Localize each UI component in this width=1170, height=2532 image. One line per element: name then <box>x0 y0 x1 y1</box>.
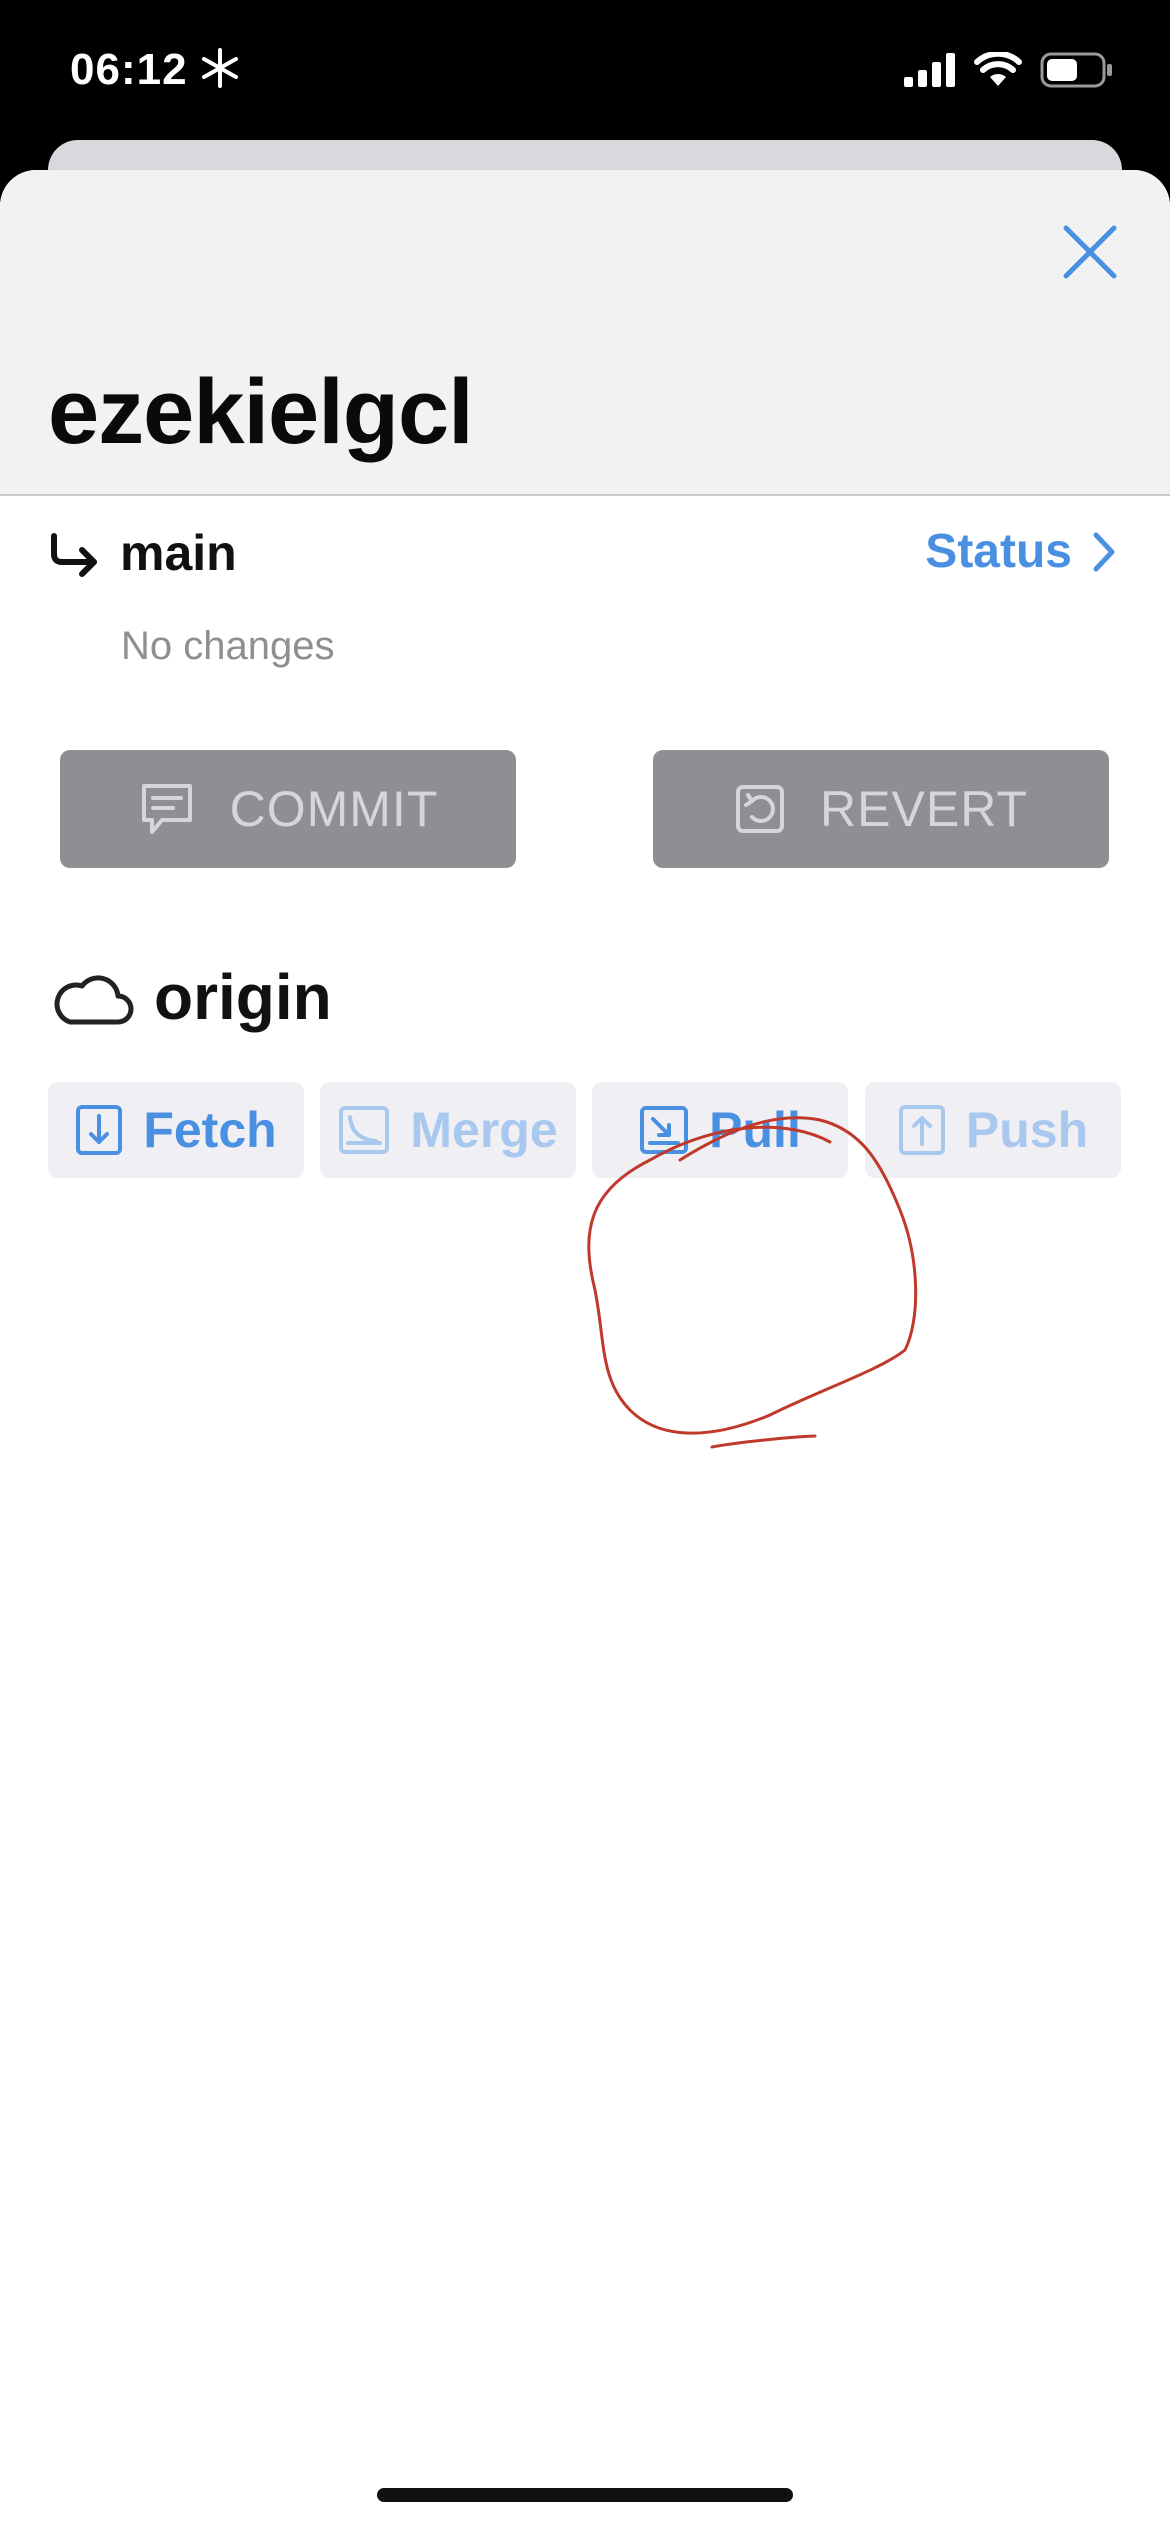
cloud-icon <box>54 975 134 1025</box>
fetch-label: Fetch <box>143 1102 277 1158</box>
revert-label: REVERT <box>820 781 1028 837</box>
commit-label: COMMIT <box>229 781 439 837</box>
no-changes-text: No changes <box>121 624 335 668</box>
merge-label: Merge <box>410 1102 558 1158</box>
merge-button[interactable]: Merge <box>320 1082 576 1178</box>
close-icon <box>1063 225 1117 279</box>
status-bar: 06:12 <box>0 0 1170 140</box>
status-link[interactable]: Status <box>925 524 1116 579</box>
annotation-circle <box>587 1116 918 1449</box>
repo-title: ezekielgcl <box>48 361 474 463</box>
wifi-icon <box>974 52 1022 86</box>
fetch-icon <box>76 1105 123 1155</box>
push-label: Push <box>965 1102 1089 1158</box>
branch-row: main Status <box>48 520 1116 590</box>
snowflake-icon <box>202 48 238 88</box>
comment-icon <box>141 784 192 834</box>
push-button[interactable]: Push <box>865 1082 1121 1178</box>
fetch-button[interactable]: Fetch <box>48 1082 304 1178</box>
revert-button[interactable]: REVERT <box>653 750 1109 868</box>
battery-icon <box>1040 52 1112 88</box>
close-button[interactable] <box>1060 222 1120 282</box>
status-time: 06:12 <box>70 45 188 94</box>
branch-arrow-icon <box>51 533 97 577</box>
chevron-right-icon <box>1093 532 1115 571</box>
home-indicator[interactable] <box>377 2488 793 2502</box>
pull-icon <box>640 1106 689 1154</box>
remote-name: origin <box>154 961 332 1033</box>
revert-icon <box>736 785 785 833</box>
push-icon <box>898 1105 945 1155</box>
status-link-label: Status <box>925 525 1072 578</box>
merge-icon <box>339 1106 390 1154</box>
pull-button[interactable]: Pull <box>592 1082 848 1178</box>
branch-name: main <box>120 525 237 581</box>
sheet-header: ezekielgcl <box>0 170 1170 496</box>
status-icons <box>904 52 1114 88</box>
repository-sheet: ezekielgcl main Status No changes COMMIT <box>0 170 1170 2532</box>
pull-label: Pull <box>709 1102 801 1158</box>
cellular-signal-icon <box>904 53 955 87</box>
commit-button[interactable]: COMMIT <box>60 750 516 868</box>
